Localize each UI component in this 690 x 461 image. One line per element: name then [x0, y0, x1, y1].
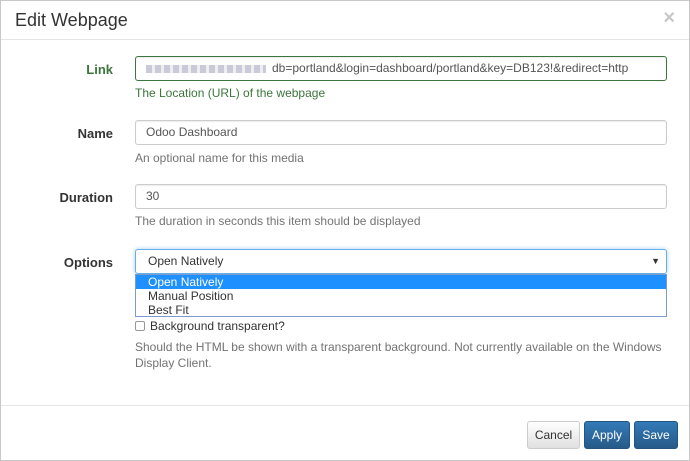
transparent-help: Should the HTML be shown with a transpar… — [135, 340, 662, 370]
chevron-down-icon: ▼ — [651, 256, 660, 266]
duration-input[interactable]: 30 — [135, 184, 667, 209]
duration-label: Duration — [59, 190, 113, 205]
option-manual-position[interactable]: Manual Position — [136, 289, 666, 303]
close-icon[interactable]: × — [663, 8, 675, 28]
option-best-fit[interactable]: Best Fit — [136, 303, 666, 317]
duration-help: The duration in seconds this item should… — [135, 214, 421, 228]
options-dropdown-list: Open Natively Manual Position Best Fit — [135, 274, 667, 317]
link-label: Link — [86, 62, 113, 77]
options-selected-value: Open Natively — [148, 254, 224, 268]
options-select[interactable]: Open Natively ▼ — [135, 249, 667, 274]
edit-webpage-dialog: Edit Webpage × Link db=portland&login=da… — [0, 0, 690, 461]
name-input[interactable]: Odoo Dashboard — [135, 120, 667, 145]
dialog-title: Edit Webpage — [15, 10, 128, 30]
option-open-natively[interactable]: Open Natively — [136, 275, 666, 289]
options-label: Options — [63, 255, 113, 270]
link-input[interactable]: db=portland&login=dashboard/portland&key… — [135, 56, 667, 81]
link-input-value: db=portland&login=dashboard/portland&key… — [272, 61, 629, 75]
dialog-footer-divider — [1, 405, 689, 406]
transparent-checkbox[interactable] — [135, 321, 145, 331]
link-help: The Location (URL) of the webpage — [135, 86, 326, 100]
name-help: An optional name for this media — [135, 151, 304, 165]
save-button[interactable]: Save — [634, 421, 678, 449]
transparent-checkbox-label[interactable]: Background transparent? — [150, 319, 285, 333]
obscured-url-segment — [146, 64, 266, 73]
dialog-header: Edit Webpage × — [1, 1, 689, 40]
name-label: Name — [77, 126, 113, 141]
cancel-button[interactable]: Cancel — [527, 421, 580, 449]
apply-button[interactable]: Apply — [584, 421, 630, 449]
